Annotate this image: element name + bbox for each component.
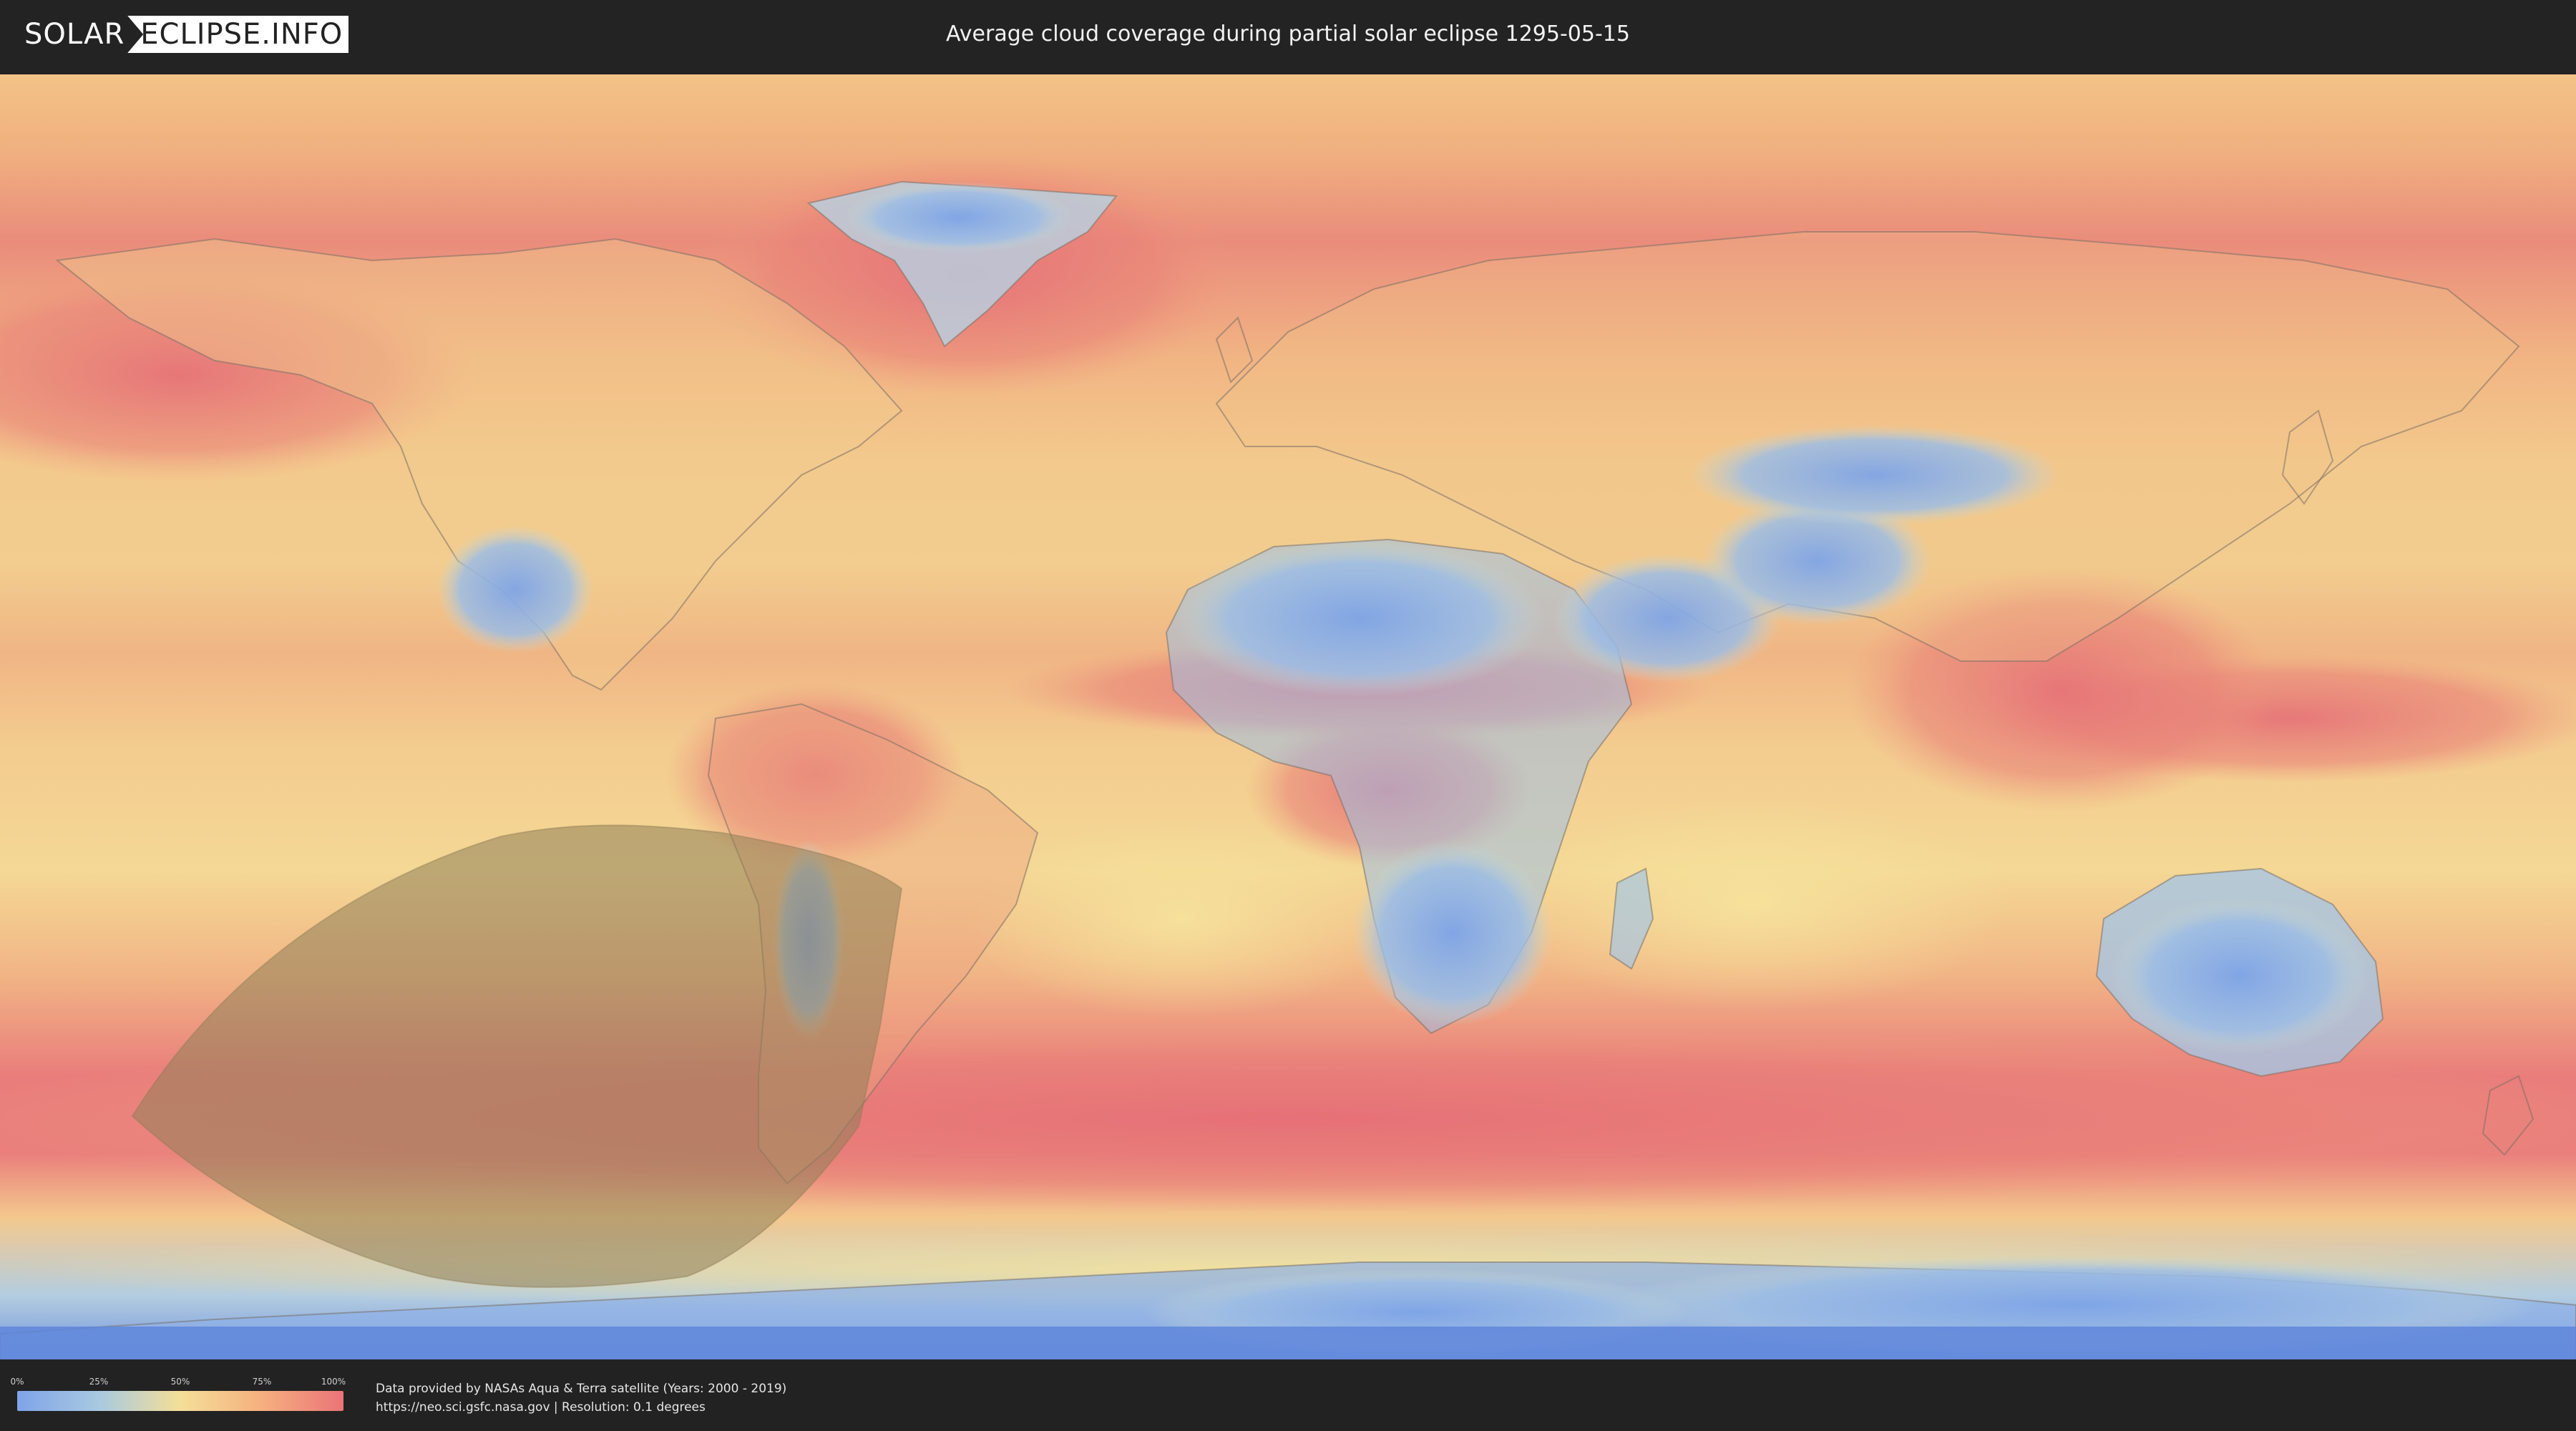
legend-tick-100: 100% [321,1377,346,1387]
header-bar: SOLAR ECLIPSE.INFO Average cloud coverag… [0,0,2576,72]
cloud-coverage-map[interactable] [0,74,2576,1359]
page: SOLAR ECLIPSE.INFO Average cloud coverag… [0,0,2576,1431]
page-title: Average cloud coverage during partial so… [946,21,1630,47]
credit-line-source: Data provided by NASAs Aqua & Terra sate… [376,1382,787,1396]
clear-zone-southern-africa [1352,840,1553,1026]
credit-line-url: https://neo.sci.gsfc.nasa.gov | Resoluti… [376,1400,706,1415]
data-credits: Data provided by NASAs Aqua & Terra sate… [376,1379,786,1417]
footer-bar: 0% 25% 50% 75% 100% Data provided by NAS… [0,1359,2576,1431]
world-map-svg [0,74,2576,1359]
legend-tick-0: 0% [10,1377,24,1387]
legend-tick-25: 25% [89,1377,109,1387]
clear-zone-indian-ocean [1496,797,2011,1012]
cloud-coverage-legend: 0% 25% 50% 75% 100% [10,1377,346,1412]
legend-color-bar [17,1391,343,1411]
legend-tick-75: 75% [252,1377,272,1387]
legend-tick-50: 50% [170,1377,190,1387]
polar-clear-strip [0,1327,2576,1359]
clear-zone-central-asia [1689,425,2061,525]
clear-zone-australia [2111,897,2368,1055]
clear-zone-greenland [844,182,1073,253]
clear-zone-sahara [1174,539,1546,697]
clear-zone-mexico [436,525,594,654]
